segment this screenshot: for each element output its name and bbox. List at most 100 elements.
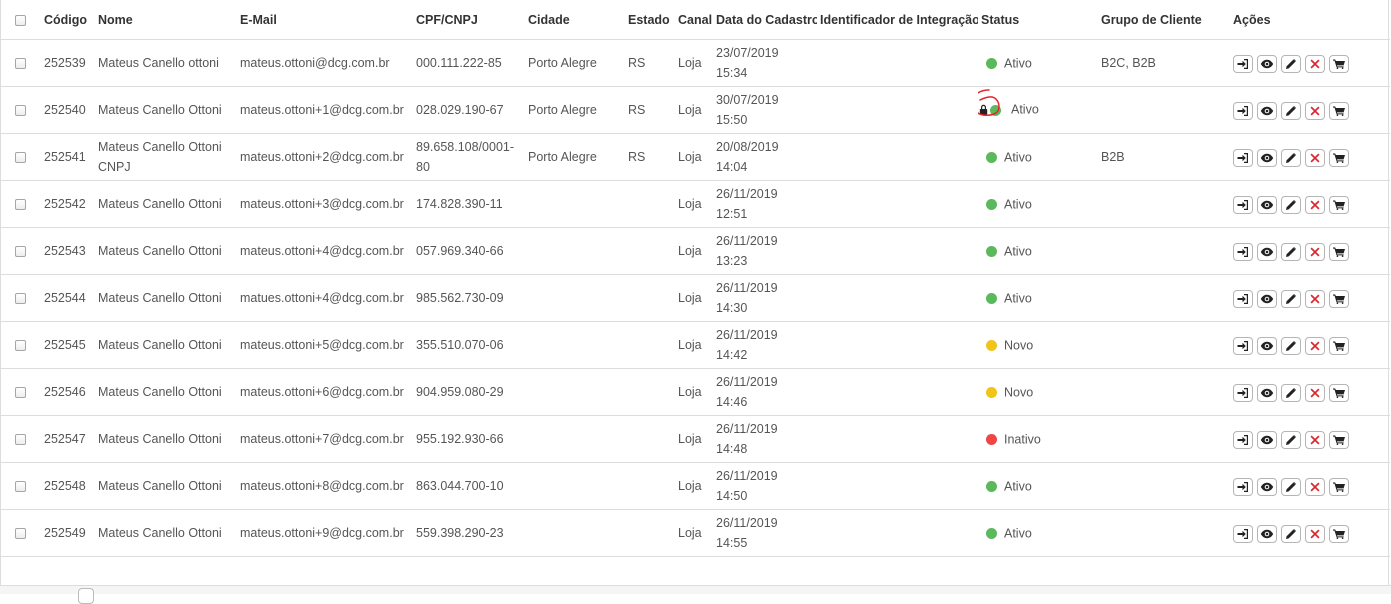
cell-nome: Mateus Canello Ottoni: [95, 227, 237, 275]
edit-button[interactable]: [1281, 101, 1301, 120]
cell-cidade: [525, 415, 625, 463]
edit-button[interactable]: [1281, 336, 1301, 355]
header-cpf[interactable]: CPF/CNPJ: [413, 0, 525, 40]
header-identificador[interactable]: Identificador de Integração: [817, 0, 978, 40]
view-button[interactable]: [1257, 54, 1277, 73]
cart-button[interactable]: [1329, 336, 1349, 355]
cart-button[interactable]: [1329, 242, 1349, 261]
view-button[interactable]: [1257, 524, 1277, 543]
view-button[interactable]: [1257, 148, 1277, 167]
row-checkbox[interactable]: [15, 434, 26, 446]
login-button[interactable]: [1233, 383, 1253, 402]
edit-button[interactable]: [1281, 383, 1301, 402]
row-checkbox[interactable]: [15, 293, 26, 305]
cell-data-time: 15:34: [716, 66, 748, 80]
row-checkbox[interactable]: [15, 105, 26, 117]
header-codigo[interactable]: Código: [41, 0, 95, 40]
cell-data: 26/11/2019 14:50: [713, 462, 817, 510]
cell-identificador: [817, 133, 978, 181]
login-button[interactable]: [1233, 54, 1253, 73]
view-button[interactable]: [1257, 336, 1277, 355]
cart-button[interactable]: [1329, 195, 1349, 214]
cell-data: 30/07/2019 15:50: [713, 86, 817, 134]
row-checkbox[interactable]: [15, 387, 26, 399]
view-button[interactable]: [1257, 195, 1277, 214]
cart-button[interactable]: [1329, 101, 1349, 120]
header-data[interactable]: Data do Cadastro: [713, 0, 817, 40]
delete-button[interactable]: [1305, 54, 1325, 73]
login-button[interactable]: [1233, 336, 1253, 355]
cart-button[interactable]: [1329, 289, 1349, 308]
cell-cpf: 863.044.700-10: [413, 462, 525, 510]
header-cidade[interactable]: Cidade: [525, 0, 625, 40]
cell-data-date: 23/07/2019: [716, 46, 779, 60]
cell-cpf: 057.969.340-66: [413, 227, 525, 275]
row-checkbox[interactable]: [15, 481, 26, 493]
cell-cidade: [525, 462, 625, 510]
row-checkbox[interactable]: [15, 58, 26, 70]
view-button[interactable]: [1257, 242, 1277, 261]
cart-button[interactable]: [1329, 148, 1349, 167]
row-checkbox[interactable]: [15, 152, 26, 164]
cart-button[interactable]: [1329, 430, 1349, 449]
row-checkbox[interactable]: [15, 340, 26, 352]
view-button[interactable]: [1257, 101, 1277, 120]
view-button[interactable]: [1257, 477, 1277, 496]
cell-status: Ativo: [978, 180, 1098, 228]
login-button[interactable]: [1233, 524, 1253, 543]
edit-button[interactable]: [1281, 430, 1301, 449]
header-nome[interactable]: Nome: [95, 0, 237, 40]
delete-button[interactable]: [1305, 242, 1325, 261]
cell-grupo: [1098, 321, 1230, 369]
login-button[interactable]: [1233, 148, 1253, 167]
header-status[interactable]: Status: [978, 0, 1098, 40]
edit-button[interactable]: [1281, 477, 1301, 496]
cell-nome: Mateus Canello Ottoni: [95, 462, 237, 510]
edit-button[interactable]: [1281, 524, 1301, 543]
edit-button[interactable]: [1281, 195, 1301, 214]
cell-status: Ativo: [978, 274, 1098, 322]
delete-button[interactable]: [1305, 524, 1325, 543]
edit-button[interactable]: [1281, 242, 1301, 261]
cart-button[interactable]: [1329, 477, 1349, 496]
login-button[interactable]: [1233, 101, 1253, 120]
page-size-select[interactable]: [78, 588, 94, 604]
cell-status: Ativo: [978, 509, 1098, 557]
edit-button[interactable]: [1281, 289, 1301, 308]
cell-email: mateus.ottoni+6@dcg.com.br: [237, 368, 413, 416]
login-button[interactable]: [1233, 242, 1253, 261]
cell-data-date: 26/11/2019: [716, 328, 778, 342]
cart-button[interactable]: [1329, 524, 1349, 543]
select-all-checkbox[interactable]: [15, 14, 26, 26]
header-estado[interactable]: Estado: [625, 0, 675, 40]
login-button[interactable]: [1233, 477, 1253, 496]
edit-button[interactable]: [1281, 54, 1301, 73]
header-email[interactable]: E-Mail: [237, 0, 413, 40]
cart-button[interactable]: [1329, 383, 1349, 402]
view-button[interactable]: [1257, 383, 1277, 402]
cell-data-date: 20/08/2019: [716, 140, 779, 154]
login-button[interactable]: [1233, 195, 1253, 214]
delete-button[interactable]: [1305, 195, 1325, 214]
login-button[interactable]: [1233, 289, 1253, 308]
status-dot: [986, 433, 997, 445]
edit-button[interactable]: [1281, 148, 1301, 167]
table-row: 252549 Mateus Canello Ottoni mateus.otto…: [1, 509, 1390, 557]
login-button[interactable]: [1233, 430, 1253, 449]
view-button[interactable]: [1257, 289, 1277, 308]
row-checkbox[interactable]: [15, 528, 26, 540]
delete-button[interactable]: [1305, 289, 1325, 308]
delete-button[interactable]: [1305, 383, 1325, 402]
cell-estado: [625, 274, 675, 322]
row-checkbox[interactable]: [15, 246, 26, 258]
cart-button[interactable]: [1329, 54, 1349, 73]
header-canal[interactable]: Canal: [675, 0, 713, 40]
delete-button[interactable]: [1305, 148, 1325, 167]
delete-button[interactable]: [1305, 101, 1325, 120]
header-grupo[interactable]: Grupo de Cliente: [1098, 0, 1230, 40]
view-button[interactable]: [1257, 430, 1277, 449]
delete-button[interactable]: [1305, 477, 1325, 496]
row-checkbox[interactable]: [15, 199, 26, 211]
delete-button[interactable]: [1305, 336, 1325, 355]
delete-button[interactable]: [1305, 430, 1325, 449]
